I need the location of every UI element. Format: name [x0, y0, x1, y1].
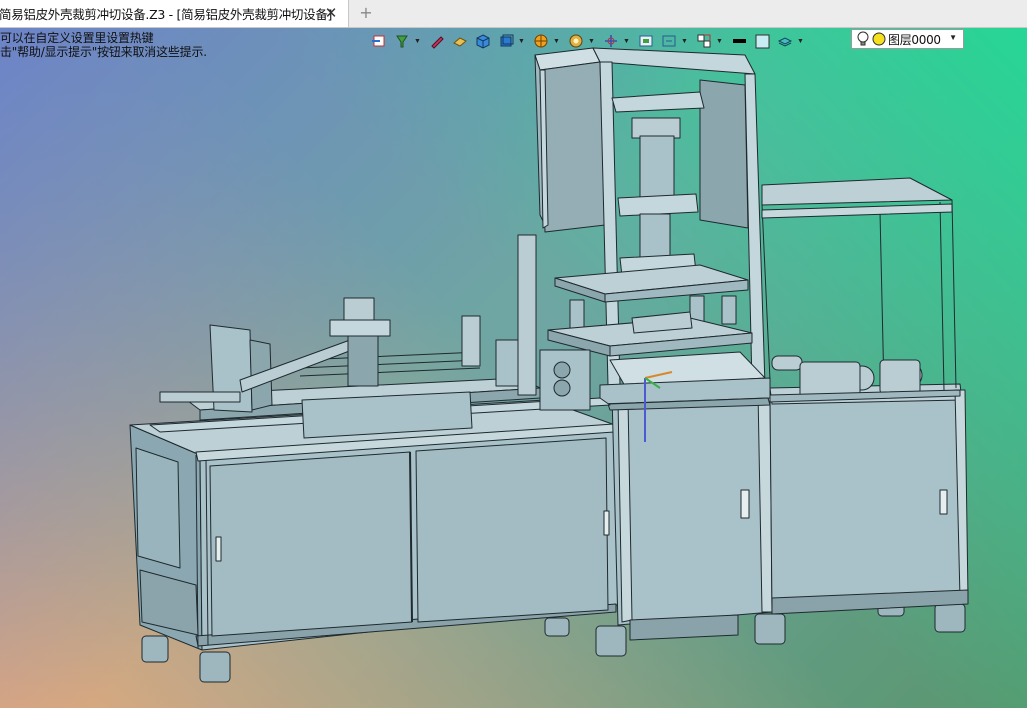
model-viewport[interactable]: 可以在自定义设置里设置热键 击"帮助/显示提示"按钮来取消这些提示. ▼ ▼ ▼ — [0, 28, 1027, 708]
bulb-icon — [857, 31, 869, 46]
cube-icon[interactable] — [472, 31, 494, 51]
view-cube-icon[interactable] — [495, 31, 517, 51]
sun-icon — [872, 32, 886, 46]
fill-color-icon[interactable] — [751, 31, 773, 51]
hint-line-1: 可以在自定义设置里设置热键 — [0, 31, 154, 45]
render-dropdown-icon[interactable]: ▼ — [553, 31, 560, 51]
frame-icon[interactable] — [658, 31, 680, 51]
snap-icon[interactable] — [693, 31, 715, 51]
snap-dropdown-icon[interactable]: ▼ — [716, 31, 723, 51]
material-icon[interactable] — [565, 31, 587, 51]
tab-bar: 简易铝皮外壳裁剪冲切设备.Z3 - [简易铝皮外壳裁剪冲切设备] ✕ + — [0, 0, 1027, 28]
import-icon[interactable] — [368, 31, 390, 51]
line-color-icon[interactable] — [728, 31, 750, 51]
document-tab-label: 简易铝皮外壳裁剪冲切设备.Z3 - [简易铝皮外壳裁剪冲切设备] — [0, 7, 333, 22]
sketch-icon[interactable] — [449, 31, 471, 51]
layer-stack-dropdown-icon[interactable]: ▼ — [797, 31, 804, 51]
view-dropdown-icon[interactable]: ▼ — [518, 31, 525, 51]
render-icon[interactable] — [530, 31, 552, 51]
close-icon[interactable]: ✕ — [322, 4, 340, 22]
axis-dropdown-icon[interactable]: ▼ — [623, 31, 630, 51]
machine-model[interactable] — [0, 28, 1027, 708]
filter-dropdown-icon[interactable]: ▼ — [414, 31, 421, 51]
layer-stack-icon[interactable] — [774, 31, 796, 51]
plus-icon[interactable]: + — [357, 4, 375, 22]
frame-dropdown-icon[interactable]: ▼ — [681, 31, 688, 51]
window-icon[interactable] — [635, 31, 657, 51]
filter-icon[interactable] — [391, 31, 413, 51]
layer-select[interactable]: 图层0000 ▼ — [851, 29, 964, 49]
material-dropdown-icon[interactable]: ▼ — [588, 31, 595, 51]
document-tab[interactable]: 简易铝皮外壳裁剪冲切设备.Z3 - [简易铝皮外壳裁剪冲切设备] ✕ — [0, 0, 349, 27]
layer-value: 图层0000 — [888, 32, 941, 47]
pen-icon[interactable] — [426, 31, 448, 51]
view-toolbar: ▼ ▼ ▼ ▼ ▼ ▼ ▼ ▼ — [368, 30, 809, 52]
hint-line-2: 击"帮助/显示提示"按钮来取消这些提示. — [0, 45, 207, 59]
chevron-down-icon[interactable]: ▼ — [949, 33, 957, 42]
hint-text: 可以在自定义设置里设置热键 击"帮助/显示提示"按钮来取消这些提示. — [0, 31, 207, 59]
axis-icon[interactable] — [600, 31, 622, 51]
